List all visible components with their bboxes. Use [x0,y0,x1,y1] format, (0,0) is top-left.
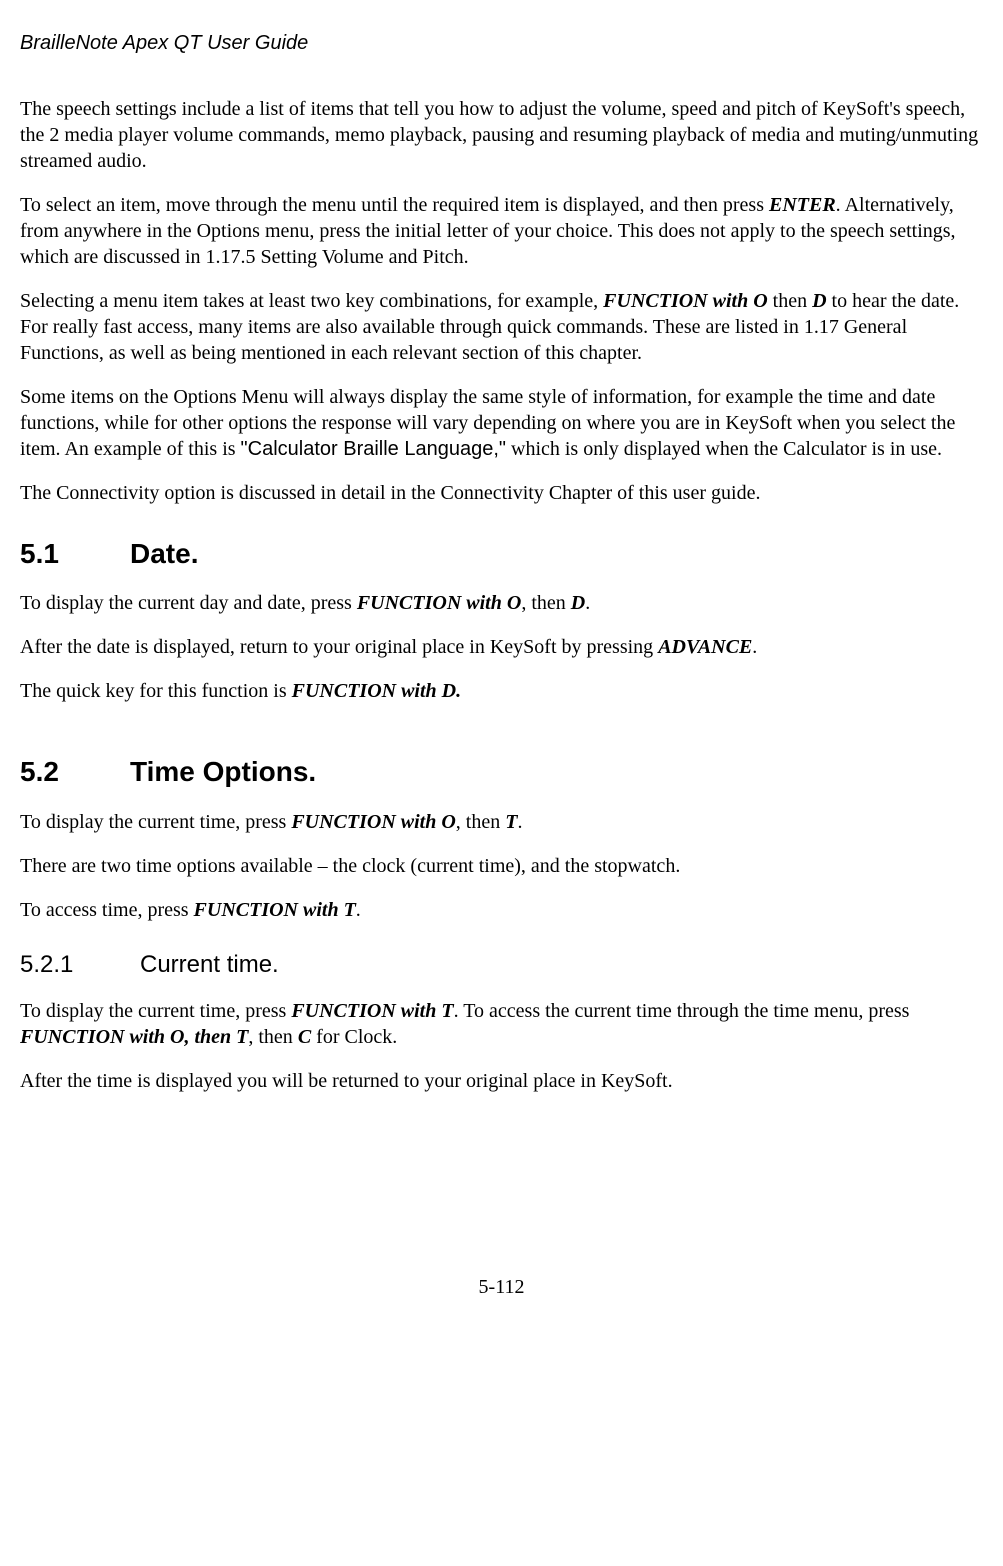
paragraph: To display the current time, press FUNCT… [20,998,983,1050]
paragraph: To display the current day and date, pre… [20,590,983,616]
key-command: FUNCTION with O [603,290,767,312]
text-run: , then [521,592,570,614]
text-run: To display the current time, press [20,811,291,833]
text-run: To display the current time, press [20,1000,291,1022]
text-run: . [585,592,590,614]
key-command: FUNCTION with T [291,1000,453,1022]
key-command: D [571,592,585,614]
section-title: Date. [130,538,198,569]
paragraph: To display the current time, press FUNCT… [20,809,983,835]
section-heading-5-1: 5.1Date. [20,536,983,572]
text-run: . [752,636,757,658]
text-run: The quick key for this function is [20,680,292,702]
subsection-heading-5-2-1: 5.2.1Current time. [20,949,983,980]
text-run: which is only displayed when the Calcula… [506,438,942,460]
text-run: , then [248,1026,297,1048]
text-run: . To access the current time through the… [454,1000,910,1022]
key-command: C [298,1026,311,1048]
key-command: FUNCTION with T [194,899,356,921]
text-run: , then [456,811,505,833]
text-run: . [356,899,361,921]
key-command: FUNCTION with O [357,592,521,614]
subsection-title: Current time. [140,951,279,978]
paragraph: The speech settings include a list of it… [20,96,983,174]
text-run: . [517,811,522,833]
paragraph: After the time is displayed you will be … [20,1068,983,1094]
paragraph: To select an item, move through the menu… [20,192,983,270]
key-command: D [812,290,826,312]
paragraph: The quick key for this function is FUNCT… [20,678,983,704]
text-run: After the date is displayed, return to y… [20,636,658,658]
section-number: 5.2 [20,754,130,790]
key-command: T [505,811,517,833]
section-title: Time Options. [130,756,316,787]
text-run: To select an item, move through the menu… [20,194,769,216]
key-command: ADVANCE [658,636,752,658]
key-command: FUNCTION with O, then T [20,1026,248,1048]
page-footer: 5-112 [20,1274,983,1300]
paragraph: After the date is displayed, return to y… [20,634,983,660]
paragraph: To access time, press FUNCTION with T. [20,897,983,923]
paragraph: The Connectivity option is discussed in … [20,480,983,506]
paragraph: Some items on the Options Menu will alwa… [20,384,983,462]
text-run: To display the current day and date, pre… [20,592,357,614]
key-command: FUNCTION with D. [292,680,461,702]
text-run: then [768,290,812,312]
section-number: 5.1 [20,536,130,572]
quoted-term: "Calculator Braille Language," [241,438,506,460]
key-command: ENTER [769,194,836,216]
subsection-number: 5.2.1 [20,949,140,980]
paragraph: There are two time options available – t… [20,853,983,879]
section-heading-5-2: 5.2Time Options. [20,754,983,790]
text-run: for Clock. [311,1026,397,1048]
document-header: BrailleNote Apex QT User Guide [20,30,983,56]
paragraph: Selecting a menu item takes at least two… [20,288,983,366]
key-command: FUNCTION with O [291,811,455,833]
text-run: To access time, press [20,899,194,921]
text-run: Selecting a menu item takes at least two… [20,290,603,312]
